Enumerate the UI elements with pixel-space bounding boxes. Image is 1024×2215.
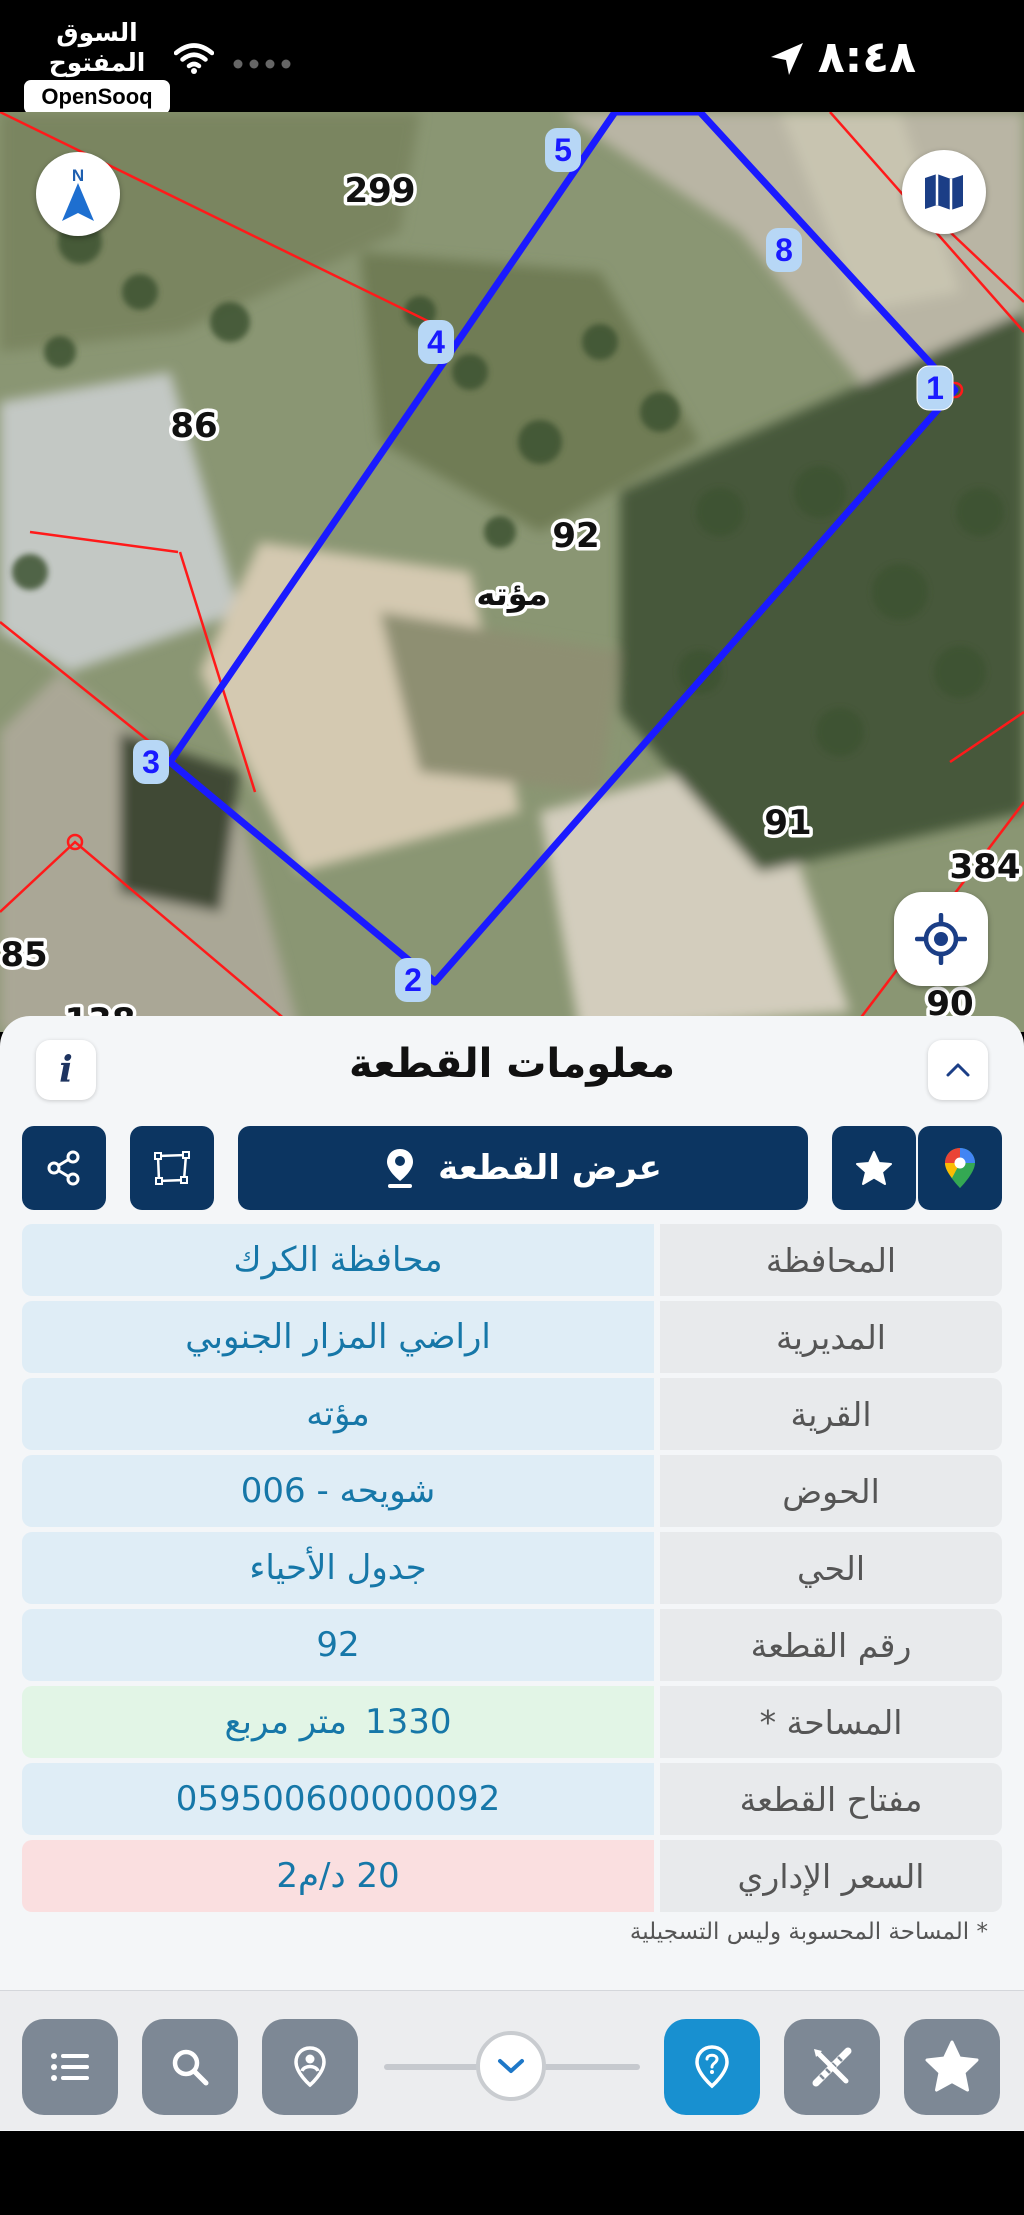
table-row: رقم القطعة 92 xyxy=(22,1609,1002,1681)
list-button[interactable] xyxy=(22,2019,118,2115)
row-value: اراضي المزار الجنوبي xyxy=(22,1301,654,1373)
opensooq-logo: السوق المفتوح OpenSooq xyxy=(24,18,170,114)
signal-icon xyxy=(233,59,291,69)
vertex-marker[interactable]: 5 xyxy=(545,128,581,172)
area-unit: متر مربع xyxy=(224,1702,348,1742)
parcel-number-label: 92 xyxy=(552,516,599,556)
chevron-down-icon xyxy=(498,2059,524,2073)
brand-arabic: السوق المفتوح xyxy=(48,18,146,77)
vertex-marker[interactable]: 4 xyxy=(418,320,454,364)
collapse-button[interactable] xyxy=(928,1040,988,1100)
share-button[interactable] xyxy=(22,1126,106,1210)
area-value: 1330 متر مربع xyxy=(22,1686,654,1758)
town-label: مؤته xyxy=(476,575,547,613)
map-layers-button[interactable] xyxy=(902,150,986,234)
vertex-marker[interactable]: 3 xyxy=(133,740,169,784)
satellite-map[interactable]: 1 2 3 4 5 8 299 86 92 91 384 85 90 مؤته xyxy=(0,112,1024,1032)
wifi-icon xyxy=(174,43,214,74)
row-label: رقم القطعة xyxy=(660,1609,1002,1681)
row-value: محافظة الكرك xyxy=(22,1224,654,1296)
favorites-button[interactable] xyxy=(904,2019,1000,2115)
home-indicator-area xyxy=(0,2131,1024,2215)
parcel-number-label: 384 xyxy=(950,847,1021,887)
row-label: المساحة * xyxy=(660,1686,1002,1758)
list-icon xyxy=(51,2053,89,2081)
chevron-up-icon xyxy=(946,1063,970,1077)
row-label: مفتاح القطعة xyxy=(660,1763,1002,1835)
brand-english: OpenSooq xyxy=(24,80,170,114)
table-row: الحوض شويحه - 006 xyxy=(22,1455,1002,1527)
parcel-number-label: 299 xyxy=(345,171,416,211)
svg-text:N: N xyxy=(72,166,84,185)
table-row: المحافظة محافظة الكرك xyxy=(22,1224,1002,1296)
draw-area-button[interactable] xyxy=(130,1126,214,1210)
favorite-button[interactable] xyxy=(832,1126,916,1210)
compass-button[interactable]: N xyxy=(36,152,120,236)
help-button[interactable] xyxy=(664,2019,760,2115)
row-label: القرية xyxy=(660,1378,1002,1450)
row-value: مؤته xyxy=(22,1378,654,1450)
my-location-button[interactable] xyxy=(894,892,988,986)
vertex-label: 5 xyxy=(554,132,572,168)
action-row: عرض القطعة xyxy=(22,1126,1004,1210)
row-label: المحافظة xyxy=(660,1224,1002,1296)
parcel-info-sheet: i معلومات القطعة عرض القطعة المحافظة محا… xyxy=(0,1016,1024,2131)
show-parcel-label: عرض القطعة xyxy=(438,1148,662,1188)
vertex-label: 4 xyxy=(427,324,445,360)
search-button[interactable] xyxy=(142,2019,238,2115)
map-view[interactable]: 1 2 3 4 5 8 299 86 92 91 384 85 90 مؤته … xyxy=(0,112,1024,1032)
slider-handle[interactable] xyxy=(476,2031,546,2101)
clock: ٨:٤٨ xyxy=(817,32,916,83)
sheet-title: معلومات القطعة xyxy=(349,1041,675,1087)
row-value: جدول الأحياء xyxy=(22,1532,654,1604)
table-row: المديرية اراضي المزار الجنوبي xyxy=(22,1301,1002,1373)
row-label: الحوض xyxy=(660,1455,1002,1527)
row-value: 92 xyxy=(22,1609,654,1681)
row-value: 20 د/م2 xyxy=(22,1840,654,1912)
table-row: السعر الإداري 20 د/م2 xyxy=(22,1840,1002,1912)
parcel-number-label: 85 xyxy=(0,935,47,975)
share-icon xyxy=(47,1150,80,1186)
row-label: الحي xyxy=(660,1532,1002,1604)
map-pin-icon xyxy=(387,1149,414,1188)
parcel-number-label: 91 xyxy=(764,803,811,843)
vertex-label: 1 xyxy=(926,370,944,406)
table-row: الحي جدول الأحياء xyxy=(22,1532,1002,1604)
help-pin-icon xyxy=(695,2045,729,2089)
star-icon xyxy=(925,2040,979,2092)
polygon-icon xyxy=(154,1151,190,1185)
my-parcel-button[interactable] xyxy=(262,2019,358,2115)
map-icon xyxy=(925,174,963,210)
row-value: شويحه - 006 xyxy=(22,1455,654,1527)
table-row: المساحة * 1330 متر مربع xyxy=(22,1686,1002,1758)
row-label: المديرية xyxy=(660,1301,1002,1373)
tools-icon xyxy=(812,2047,852,2087)
vertex-label: 2 xyxy=(404,962,422,998)
search-icon xyxy=(172,2049,209,2086)
star-icon xyxy=(856,1151,892,1185)
vertex-label: 8 xyxy=(775,232,793,268)
tools-button[interactable] xyxy=(784,2019,880,2115)
locate-icon xyxy=(915,913,967,965)
bottom-toolbar xyxy=(0,1990,1024,2130)
pin-person-icon xyxy=(294,2046,326,2088)
table-row: القرية مؤته xyxy=(22,1378,1002,1450)
table-row: مفتاح القطعة 059500600000092 xyxy=(22,1763,1002,1835)
row-label: السعر الإداري xyxy=(660,1840,1002,1912)
vertex-marker[interactable]: 8 xyxy=(766,228,802,272)
google-maps-button[interactable] xyxy=(918,1126,1002,1210)
parcel-info-table: المحافظة محافظة الكرك المديرية اراضي الم… xyxy=(22,1224,1002,1917)
google-maps-icon xyxy=(945,1148,975,1188)
area-footnote: * المساحة المحسوبة وليس التسجيلية xyxy=(629,1919,988,1945)
area-number: 1330 xyxy=(365,1702,452,1742)
row-value: 059500600000092 xyxy=(22,1763,654,1835)
compass-icon: N xyxy=(62,166,94,221)
parcel-number-label: 86 xyxy=(170,406,217,446)
show-parcel-button[interactable]: عرض القطعة xyxy=(238,1126,808,1210)
vertex-label: 3 xyxy=(142,744,160,780)
status-bar: السوق المفتوح OpenSooq ٨:٤٨ xyxy=(0,0,1024,114)
location-arrow-icon xyxy=(771,43,803,75)
vertex-marker[interactable]: 2 xyxy=(395,958,431,1002)
vertex-marker[interactable]: 1 xyxy=(916,365,954,411)
